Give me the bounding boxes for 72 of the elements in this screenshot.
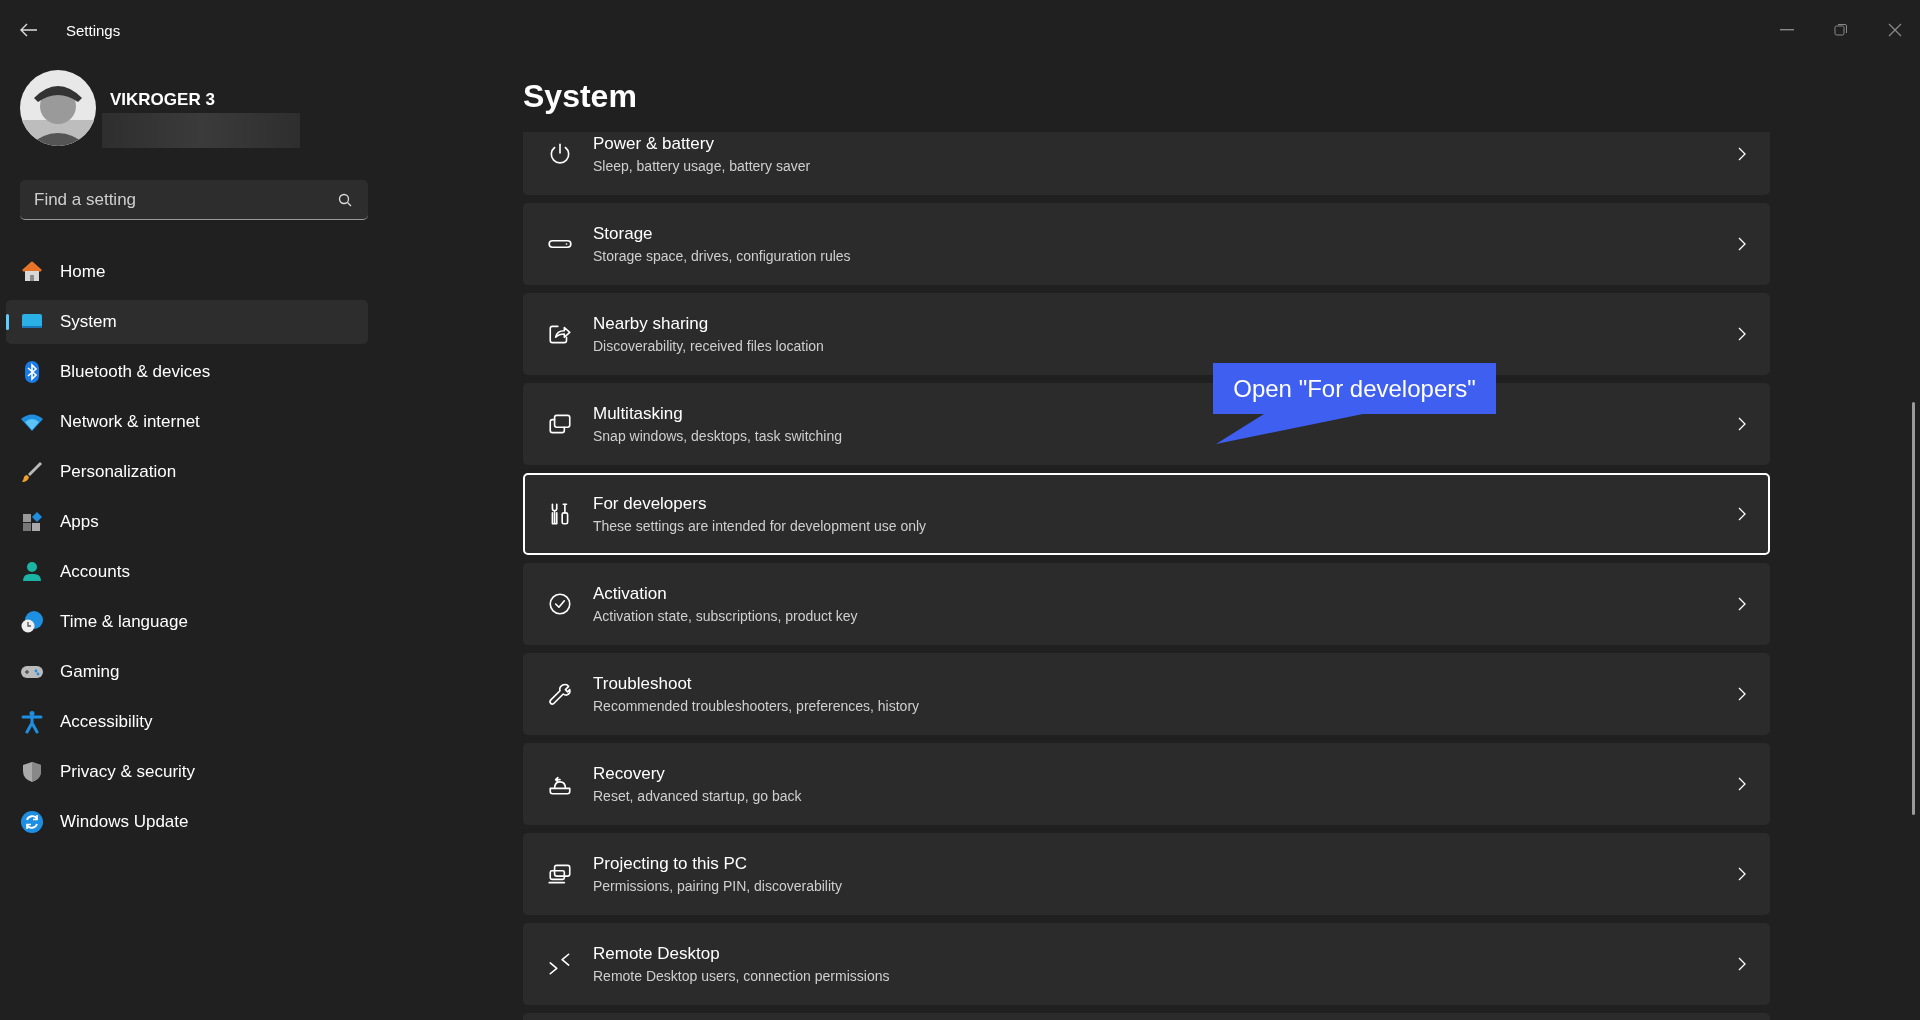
- nav-item[interactable]: Time & language: [6, 600, 368, 644]
- nav-item[interactable]: Bluetooth & devices: [6, 350, 368, 394]
- settings-row[interactable]: Recovery Reset, advanced startup, go back: [523, 743, 1770, 825]
- scrollbar-thumb[interactable]: [1912, 402, 1915, 815]
- chevron-icon: [1738, 327, 1746, 341]
- nav-item[interactable]: System: [6, 300, 368, 344]
- restore-icon[interactable]: [1834, 23, 1848, 37]
- chevron-icon: [1738, 147, 1746, 161]
- row-title: Projecting to this PC: [593, 854, 747, 874]
- search-icon[interactable]: [338, 193, 352, 207]
- nav-item[interactable]: Gaming: [6, 650, 368, 694]
- settings-row[interactable]: Activation Activation state, subscriptions, product key: [523, 563, 1770, 645]
- settings-row[interactable]: Power & battery Sleep, battery usage, battery saver: [523, 132, 1770, 195]
- settings-row[interactable]: Nearby sharing Discoverability, received files location: [523, 293, 1770, 375]
- nav-item[interactable]: Privacy & security: [6, 750, 368, 794]
- row-title: Activation: [593, 584, 667, 604]
- row-description: Discoverability, received files location: [593, 338, 824, 354]
- row-title: Multitasking: [593, 404, 683, 424]
- window-title: Settings: [66, 21, 121, 39]
- chevron-icon: [1738, 777, 1746, 791]
- settings-row[interactable]: Storage Storage space, drives, configuration rules: [523, 203, 1770, 285]
- row-description: Recommended troubleshooters, preferences, history: [593, 698, 920, 714]
- row-description: Sleep, battery usage, battery saver: [593, 158, 811, 174]
- back-icon[interactable]: [20, 23, 38, 37]
- nav-item[interactable]: Network & internet: [6, 400, 368, 444]
- chevron-icon: [1738, 237, 1746, 251]
- chevron-icon: [1738, 507, 1746, 521]
- settings-row[interactable]: For developers These settings are intended for development use only: [523, 473, 1770, 555]
- person-icon: [20, 560, 44, 584]
- brush-icon: [20, 460, 44, 484]
- shield-icon: [20, 760, 44, 784]
- nav-item[interactable]: Accessibility: [6, 700, 368, 744]
- chevron-icon: [1738, 597, 1746, 611]
- nav-item[interactable]: Home: [6, 250, 368, 294]
- row-title: Nearby sharing: [593, 314, 709, 334]
- settings-row[interactable]: Projecting to this PC Permissions, pairing PIN, discoverability: [523, 833, 1770, 915]
- close-icon[interactable]: [1888, 23, 1902, 37]
- search-field[interactable]: Find a setting: [20, 180, 368, 220]
- row-description: Reset, advanced startup, go back: [593, 788, 802, 804]
- home-icon: [20, 260, 44, 284]
- row-title: Recovery: [593, 764, 665, 784]
- chevron-icon: [1738, 867, 1746, 881]
- accessibility-icon: [20, 710, 44, 734]
- row-title: Troubleshoot: [593, 674, 692, 694]
- sync-icon: [20, 810, 44, 834]
- row-description: Permissions, pairing PIN, discoverability: [593, 878, 842, 894]
- nav-item[interactable]: Apps: [6, 500, 368, 544]
- row-description: Snap windows, desktops, task switching: [593, 428, 842, 444]
- page-title: System: [523, 77, 637, 115]
- row-title: Power & battery: [593, 134, 714, 154]
- row-title: For developers: [593, 494, 707, 514]
- nav-item[interactable]: Windows Update: [6, 800, 368, 844]
- nav-item[interactable]: Personalization: [6, 450, 368, 494]
- row-description: Activation state, subscriptions, product key: [593, 608, 858, 624]
- row-description: Storage space, drives, configuration rules: [593, 248, 851, 264]
- chevron-icon: [1738, 957, 1746, 971]
- row-description: Remote Desktop users, connection permissions: [593, 968, 890, 984]
- row-title: Storage: [593, 224, 653, 244]
- nav-item[interactable]: Accounts: [6, 550, 368, 594]
- chevron-icon: [1738, 417, 1746, 431]
- check-circle-icon: [547, 591, 573, 617]
- apps-icon: [20, 510, 44, 534]
- wrench-icon: [547, 681, 573, 707]
- user-name: VIKROGER 3: [110, 90, 216, 110]
- globe-clock-icon: [20, 610, 44, 634]
- settings-row[interactable]: Troubleshoot Recommended troubleshooters, preferences, history: [523, 653, 1770, 735]
- settings-row[interactable]: Remote Desktop Remote Desktop users, connection permissions: [523, 923, 1770, 1005]
- chevron-icon: [1738, 687, 1746, 701]
- minimize-icon[interactable]: [1780, 29, 1794, 31]
- selection-indicator: [6, 314, 9, 330]
- row-title: Remote Desktop: [593, 944, 720, 964]
- row-description: These settings are intended for development use only: [593, 518, 927, 534]
